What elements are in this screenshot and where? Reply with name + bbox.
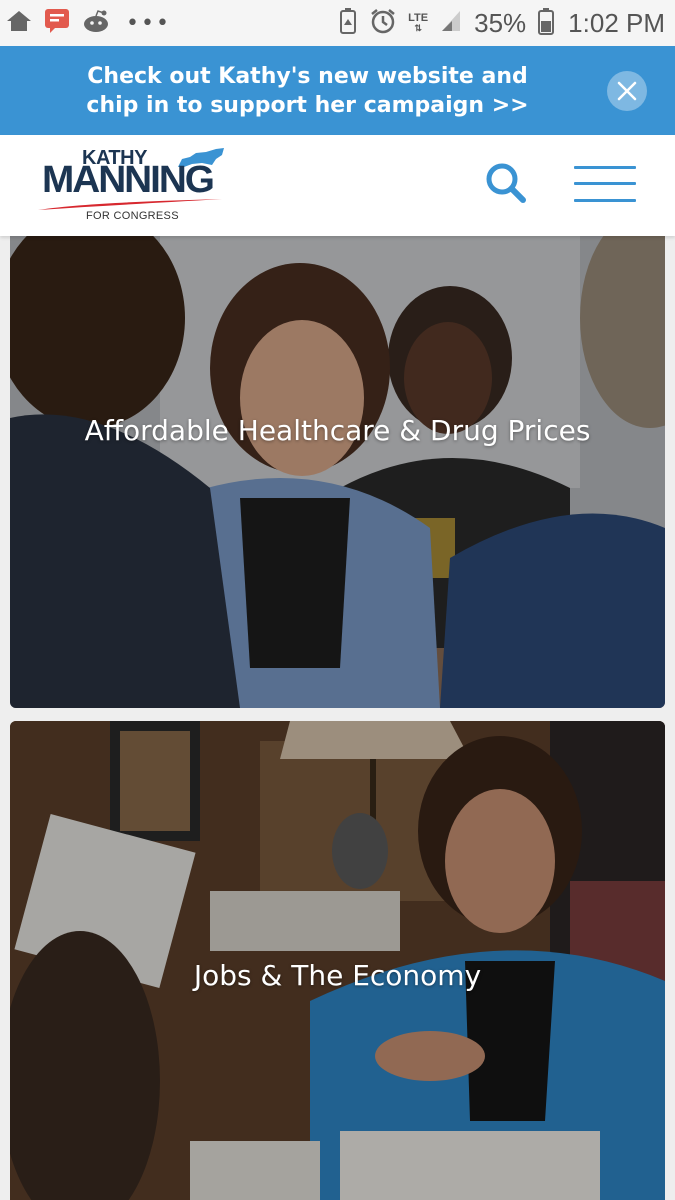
logo-last-name: MANNING [42, 159, 215, 201]
status-bar: ••• LTE ⇅ 35% 1:02 PM [0, 0, 675, 46]
campaign-logo[interactable]: KATHY MANNING FOR CONGRESS [36, 147, 226, 227]
hamburger-menu-icon-bar [574, 182, 636, 185]
issue-card-title[interactable]: Affordable Healthcare & Drug Prices [10, 412, 665, 449]
promo-banner-text[interactable]: Check out Kathy's new website and chip i… [58, 62, 558, 120]
reddit-icon [82, 9, 110, 37]
site-header: KATHY MANNING FOR CONGRESS [0, 135, 675, 236]
promo-banner[interactable]: Check out Kathy's new website and chip i… [0, 46, 675, 135]
logo-tagline: FOR CONGRESS [86, 210, 179, 222]
data-arrows-icon: ⇅ [414, 23, 422, 33]
battery-saver-icon [338, 7, 358, 39]
battery-icon [538, 7, 555, 39]
logo-swoosh-icon [38, 199, 222, 210]
close-banner-button[interactable] [607, 71, 647, 111]
search-button[interactable] [484, 161, 528, 205]
signal-strength-icon [440, 9, 462, 37]
battery-percent: 35% [474, 7, 527, 38]
issue-card-economy[interactable]: Jobs & The Economy [10, 721, 665, 1200]
search-icon [486, 163, 526, 203]
more-notifications-indicator: ••• [126, 10, 171, 36]
hamburger-menu-button[interactable] [574, 166, 638, 206]
issue-card-title[interactable]: Jobs & The Economy [10, 957, 665, 994]
card-image-overlay [10, 228, 665, 708]
issue-card-healthcare[interactable]: Affordable Healthcare & Drug Prices [10, 228, 665, 708]
clock: 1:02 PM [568, 7, 665, 38]
hamburger-menu-icon-bar [574, 166, 636, 169]
lte-indicator: LTE ⇅ [408, 13, 428, 34]
close-icon [617, 81, 637, 101]
message-notification-icon [44, 8, 70, 38]
alarm-icon [370, 8, 396, 38]
home-icon [6, 9, 32, 37]
hamburger-menu-icon-bar [574, 199, 636, 202]
